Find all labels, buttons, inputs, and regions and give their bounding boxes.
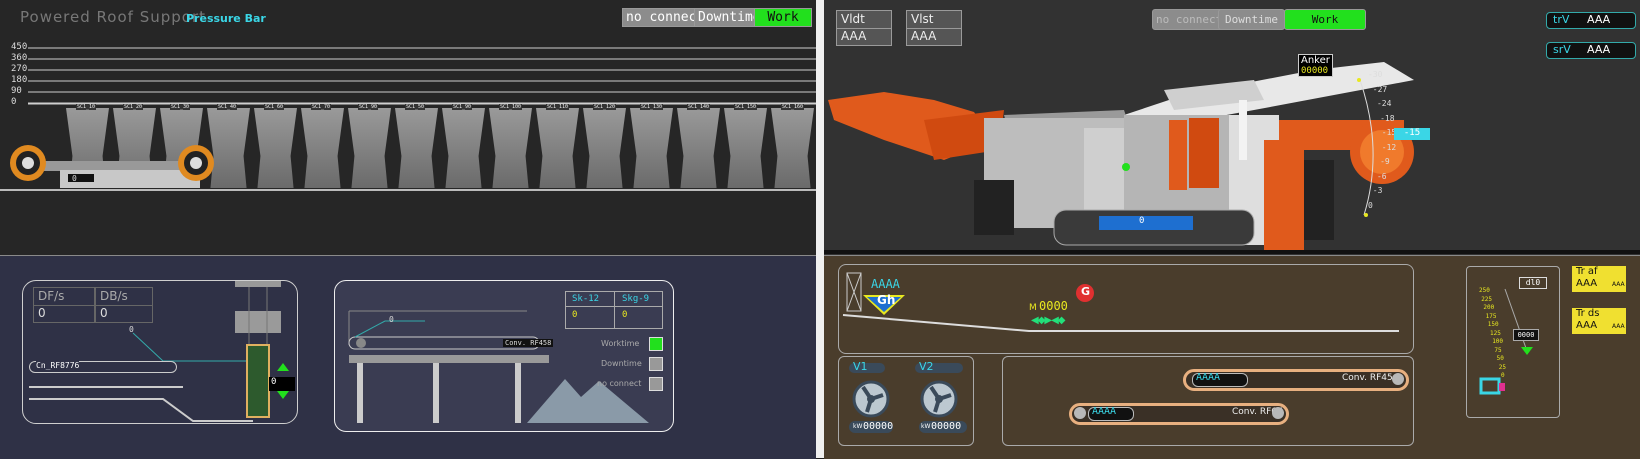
skg-value: 0 [622,310,628,320]
fan-v2-icon [920,380,958,418]
scale-tick-label: -3 [1372,186,1383,195]
scale-tick-label: -12 [1381,142,1397,152]
traf-unit: AAA [1612,281,1625,288]
roof-support-label: SC1_70 [311,104,332,110]
roof-support-label: SC1_150 [734,104,758,110]
trds-unit: AAA [1612,323,1625,330]
roadheader-panel: Vldt AAA Vlst AAA no connection Downtime… [824,0,1640,255]
gh-label: Gh [877,293,896,307]
roof-support-label: SC1_160 [781,104,805,110]
roof-support-label: SC1_120 [593,104,617,110]
legend-downtime-swatch [649,357,663,371]
roof-support-label: SC1_40 [217,104,238,110]
traf-value: AAA [1576,278,1598,289]
gauge-value: 0000 [1513,329,1539,341]
legend-worktime-swatch [649,337,663,351]
roof-support-label: SC1_30 [170,104,191,110]
shearer-drum-left [10,145,46,181]
scale-tick-label: -6 [1376,171,1387,181]
conveyor-panel: DF/s 0 DB/s 0 0 0 Cn_RF8776 0 Conv. RF45… [0,255,816,459]
roof-support-label: SC1_90 [358,104,379,110]
legend-no-connect: no connect [597,379,642,388]
tr-ds-card: Tr ds AAA AAA [1572,308,1626,334]
conveyor-label: Cn_RF8776 [36,361,80,370]
skg-label: Skg-9 [622,294,650,304]
track-value: 0 [1139,216,1145,226]
v1-unit: kW [853,423,863,430]
v1-value: 00000 [863,421,894,432]
roof-support-label: SC1_130 [640,104,664,110]
belt-value: 0 [389,315,394,324]
gauge-card: 250 225 200 175 150 125 100 75 50 25 0 dl0 0000 [1466,266,1560,418]
scale-marker: -15 [1394,128,1430,140]
m-value: 0000 [1039,299,1068,313]
scale-tick-label: -24 [1376,99,1392,108]
roof-support-label: SC1_60 [264,104,285,110]
legend-no-connect-swatch [649,377,663,391]
roof-support-label: SC1_10 [76,104,97,110]
tr-af-card: Tr af AAA AAA [1572,266,1626,292]
traf-label: Tr af [1576,266,1598,277]
scale-tick-label: -30 [1368,70,1383,79]
shearer-value: 0 [72,174,77,183]
gauge-tag: dl0 [1519,277,1547,289]
roof-support-label: SC1_50 [405,104,426,110]
scale-tick-label: -18 [1380,113,1395,123]
anker-label: Anker [1301,55,1330,66]
conv1-value: AAAA [1196,372,1221,383]
roof-support-label: SC1_90 [452,104,473,110]
roof-support-label: SC1_110 [546,104,570,110]
conv2-value: AAAA [1092,406,1117,417]
roof-support-label: SC1_140 [687,104,711,110]
conv1-label: Conv. RF45 [1342,373,1393,383]
v2-value: 00000 [931,421,962,432]
trds-label: Tr ds [1576,308,1600,319]
jack-value: 0 [271,377,277,387]
roof-support-label: SC1_100 [499,104,523,110]
panel-divider [816,0,824,458]
roadheader-drawing [824,62,1640,254]
sk-value: 0 [572,310,578,320]
g-badge: G [1081,285,1091,298]
trds-value: AAA [1576,320,1598,331]
conveyor-card: AAAA Conv. RF45 AAAA Conv. RF67 [1002,356,1414,446]
legend-downtime: Downtime [601,359,642,368]
m-label: M [1029,303,1037,313]
v2-unit: kW [921,423,931,430]
fan-card: V1 V2 kW 00000 kW 00000 [838,356,974,446]
legend-worktime: Worktime [601,339,640,348]
scale-tick-label: 0 [1368,200,1373,210]
roof-support-panel: Powered Roof Support Pressure Bar no con… [0,0,816,255]
ventilation-panel: AAAA Gh G M 0000 ◀◆▶◀◆ V1 V2 kW 00000 kW… [824,255,1640,459]
sk-label: Sk-12 [572,294,600,304]
belt-label: Conv. RF458 [503,339,554,347]
shearer-drum-right [178,145,214,181]
direction-arrows-icon: ◀◆▶◀◆ [1031,315,1065,326]
belt-card: 0 Conv. RF458 Sk-12 Skg-9 0 0 Worktime D… [334,280,674,432]
gh-value: AAAA [871,277,900,291]
roof-support-label: SC1_20 [123,104,144,110]
scale-tick-label: -9 [1380,157,1390,166]
fan-v1-icon [852,380,890,418]
gas-card: AAAA Gh G M 0000 ◀◆▶◀◆ [838,264,1414,354]
anker-value: 00000 [1301,66,1329,76]
scale-tick-label: -27 [1372,84,1388,94]
drive-card: DF/s 0 DB/s 0 0 0 Cn_RF8776 [22,280,298,424]
shearer-drawing [0,145,816,191]
